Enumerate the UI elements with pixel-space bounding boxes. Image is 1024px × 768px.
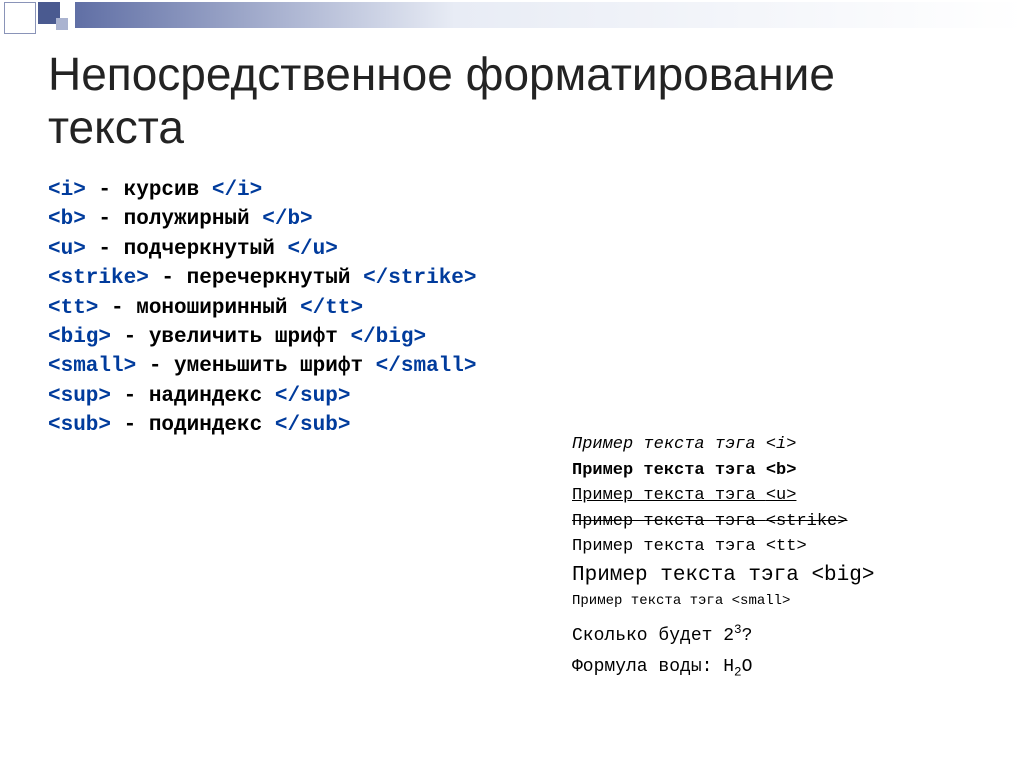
tag-close: </sub> xyxy=(275,414,351,437)
tag-open: <i> xyxy=(48,179,86,202)
tag-row: <tt> - моноширинный </tt> xyxy=(48,294,477,323)
tag-open: <sub> xyxy=(48,414,111,437)
tag-row: <big> - увеличить шрифт </big> xyxy=(48,323,477,352)
tag-close: </sup> xyxy=(275,385,351,408)
sup-example: Сколько будет 23? xyxy=(572,620,752,652)
tag-close: </b> xyxy=(262,208,312,231)
tag-row: <sub> - подиндекс </sub> xyxy=(48,411,477,440)
tag-close: </small> xyxy=(376,355,477,378)
example-row: Пример текста тэга <strike> xyxy=(572,509,1002,535)
tag-desc: - уменьшить шрифт xyxy=(136,355,375,378)
example-prefix: Пример текста тэга xyxy=(572,537,766,556)
example-prefix: Пример текста тэга xyxy=(572,461,766,480)
tag-desc: - полужирный xyxy=(86,208,262,231)
example-tag: <u> xyxy=(766,486,797,505)
example-prefix: Пример текста тэга xyxy=(572,564,811,587)
example-row: Пример текста тэга <tt> xyxy=(572,534,1002,560)
example-prefix: Пример текста тэга xyxy=(572,512,766,531)
tag-desc: - перечеркнутый xyxy=(149,267,363,290)
tag-desc: - моноширинный xyxy=(98,297,300,320)
tag-row: <b> - полужирный </b> xyxy=(48,205,477,234)
example-tag: <strike> xyxy=(766,512,848,531)
tag-close: </i> xyxy=(212,179,262,202)
example-prefix: Пример текста тэга xyxy=(572,593,732,609)
example-list: Пример текста тэга <i>Пример текста тэга… xyxy=(572,432,1002,612)
tag-open: <small> xyxy=(48,355,136,378)
example-row: Пример текста тэга <u> xyxy=(572,483,1002,509)
tag-desc: - подчеркнутый xyxy=(86,238,288,261)
example-row: Пример текста тэга <big> xyxy=(572,560,1002,592)
example-tag: <small> xyxy=(732,593,791,609)
decor-square-outline xyxy=(4,2,36,34)
sup-sub-examples: Сколько будет 23? Формула воды: H2O xyxy=(572,620,752,684)
tag-open: <u> xyxy=(48,238,86,261)
tag-row: <sup> - надиндекс </sup> xyxy=(48,382,477,411)
slide-top-decor xyxy=(0,0,1024,32)
example-tag: <b> xyxy=(766,461,797,480)
sub-example-suffix: O xyxy=(742,657,753,677)
tag-open: <sup> xyxy=(48,385,111,408)
sup-example-suffix: ? xyxy=(742,626,753,646)
tag-open: <b> xyxy=(48,208,86,231)
sup-example-prefix: Сколько будет 2 xyxy=(572,626,734,646)
example-tag: <i> xyxy=(766,435,797,454)
example-row: Пример текста тэга <small> xyxy=(572,591,1002,612)
example-tag: <tt> xyxy=(766,537,807,556)
decor-gradient xyxy=(75,2,1024,28)
sub-example: Формула воды: H2O xyxy=(572,652,752,684)
slide-title: Непосредственное форматирование текста xyxy=(48,48,948,154)
example-tag: <big> xyxy=(811,564,874,587)
tag-close: </strike> xyxy=(363,267,476,290)
tag-desc: - увеличить шрифт xyxy=(111,326,350,349)
tag-row: <strike> - перечеркнутый </strike> xyxy=(48,264,477,293)
tag-close: </u> xyxy=(287,238,337,261)
tag-list: <i> - курсив </i><b> - полужирный </b><u… xyxy=(48,176,477,441)
tag-open: <big> xyxy=(48,326,111,349)
tag-desc: - курсив xyxy=(86,179,212,202)
tag-row: <i> - курсив </i> xyxy=(48,176,477,205)
tag-row: <u> - подчеркнутый </u> xyxy=(48,235,477,264)
tag-open: <tt> xyxy=(48,297,98,320)
example-row: Пример текста тэга <i> xyxy=(572,432,1002,458)
sup-value: 3 xyxy=(734,623,742,637)
sub-value: 2 xyxy=(734,665,742,679)
sub-example-prefix: Формула воды: H xyxy=(572,657,734,677)
example-prefix: Пример текста тэга xyxy=(572,435,766,454)
tag-close: </big> xyxy=(350,326,426,349)
tag-row: <small> - уменьшить шрифт </small> xyxy=(48,352,477,381)
tag-desc: - подиндекс xyxy=(111,414,275,437)
decor-square-light xyxy=(56,18,68,30)
tag-close: </tt> xyxy=(300,297,363,320)
example-prefix: Пример текста тэга xyxy=(572,486,766,505)
tag-open: <strike> xyxy=(48,267,149,290)
example-row: Пример текста тэга <b> xyxy=(572,458,1002,484)
tag-desc: - надиндекс xyxy=(111,385,275,408)
